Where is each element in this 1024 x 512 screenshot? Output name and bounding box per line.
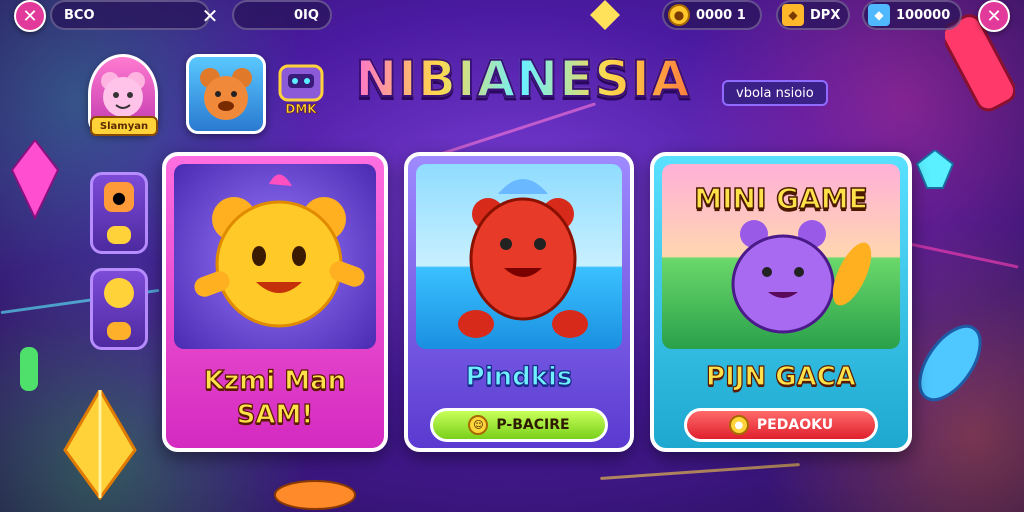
close-button-right[interactable]: ✕: [978, 0, 1010, 32]
coin-value: 0000 1: [696, 7, 746, 23]
crystal-shard-icon: [10, 140, 60, 220]
bear-icon: ●: [104, 182, 134, 212]
card-art-1: [174, 164, 376, 349]
card-1-title-line2: SAM!: [236, 399, 314, 430]
card-art-2: [416, 164, 622, 349]
card-3-button-label: PEDAOKU: [756, 417, 834, 433]
coin-icon: ●: [668, 4, 690, 26]
game-card-2[interactable]: Pindkis ☺ P-BACIRE: [404, 152, 634, 452]
game-card-1[interactable]: Kzmi Man SAM!: [162, 152, 388, 452]
card-3-title: PIJN GACA: [705, 361, 856, 392]
house-icon: [107, 322, 131, 340]
yellow-bear-character-icon: [194, 174, 365, 328]
badge-tile[interactable]: DMK: [270, 60, 332, 130]
crystal-shard-icon: [274, 480, 356, 510]
shield-value: DPX: [810, 7, 841, 23]
card-3-play-button[interactable]: ● PEDAOKU: [684, 408, 878, 442]
character-select-tile[interactable]: [186, 54, 266, 134]
top-left-pill-label: BCO: [64, 7, 95, 23]
mini-game-banner: MINI GAME: [693, 181, 868, 216]
second-pill: 0IQ: [232, 0, 332, 30]
coin-icon: ●: [728, 415, 749, 435]
badge-label: DMK: [285, 102, 317, 117]
card-2-button-label: P-BACIRE: [496, 417, 570, 433]
game-title: NIBIANESIA: [352, 49, 694, 109]
red-bear-character-icon: [458, 179, 588, 338]
coin-counter[interactable]: ● 0000 1: [662, 0, 762, 30]
card-1-title-line1: Kzmi Man: [203, 365, 347, 396]
gem-value: 100000: [896, 7, 951, 23]
rocket-crystal-icon: [918, 324, 982, 402]
card-2-play-button[interactable]: ☺ P-BACIRE: [430, 408, 608, 442]
card-2-title: Pindkis: [465, 361, 573, 392]
crystal-shard-icon: [915, 150, 955, 189]
chest-icon: [107, 226, 131, 244]
shield-counter[interactable]: ◆ DPX: [776, 0, 850, 30]
top-left-pill: BCO: [50, 0, 210, 30]
bear-face-icon: [200, 68, 252, 120]
crystal-shard-icon: [590, 0, 620, 30]
shield-icon: ◆: [782, 4, 804, 26]
avatar-name-label: Slamyan: [90, 116, 158, 136]
game-card-3[interactable]: MINI GAME PIJN GACA ● PEDAOKU: [650, 152, 912, 452]
gem-counter[interactable]: ◆ 100000: [862, 0, 962, 30]
title-subtitle: vbola nsioio: [722, 80, 828, 106]
side-menu-tile-1[interactable]: ●: [90, 172, 148, 254]
second-pill-label: 0IQ: [294, 7, 319, 23]
side-menu-tile-2[interactable]: [90, 268, 148, 350]
subtitle-text: vbola nsioio: [736, 85, 814, 101]
gem-icon: ◆: [868, 4, 890, 26]
coin-icon: ☺: [468, 415, 489, 435]
dismiss-button[interactable]: ✕: [194, 0, 226, 32]
card-art-3: MINI GAME: [662, 164, 900, 349]
bear-face-icon: [101, 72, 145, 117]
close-button[interactable]: ✕: [14, 0, 46, 32]
egg-icon: [104, 278, 134, 308]
leaf-crystal-icon: [63, 390, 137, 500]
crystal-shard-icon: [20, 347, 38, 391]
